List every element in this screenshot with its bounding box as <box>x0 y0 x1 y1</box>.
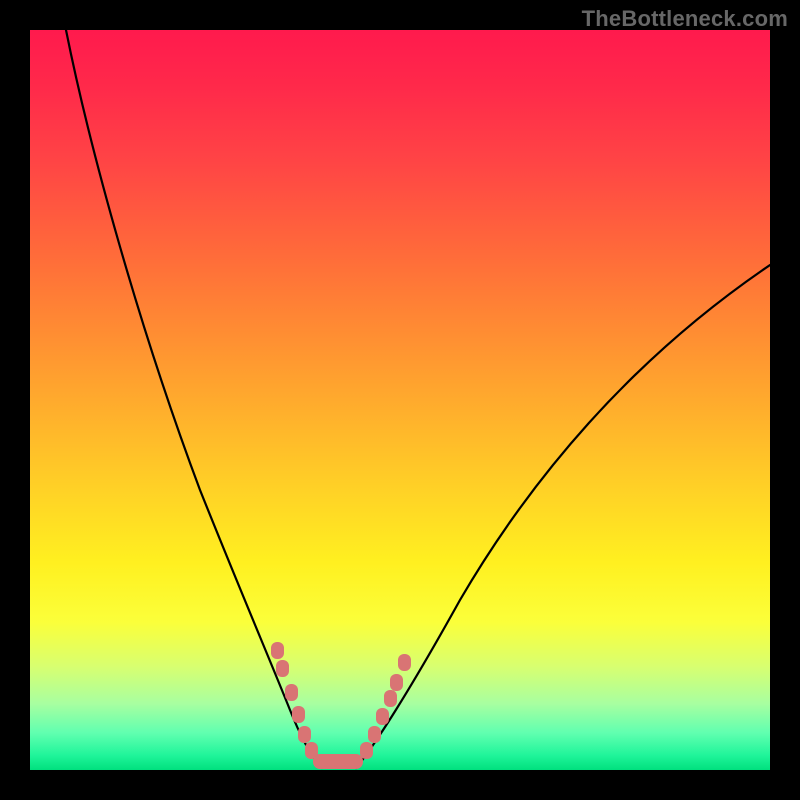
plot-area <box>30 30 770 770</box>
chart-frame: TheBottleneck.com <box>0 0 800 800</box>
left-curve <box>66 30 322 768</box>
curves-svg <box>30 30 770 770</box>
marker-band <box>271 642 411 769</box>
right-curve <box>356 265 770 768</box>
watermark-text: TheBottleneck.com <box>582 6 788 32</box>
